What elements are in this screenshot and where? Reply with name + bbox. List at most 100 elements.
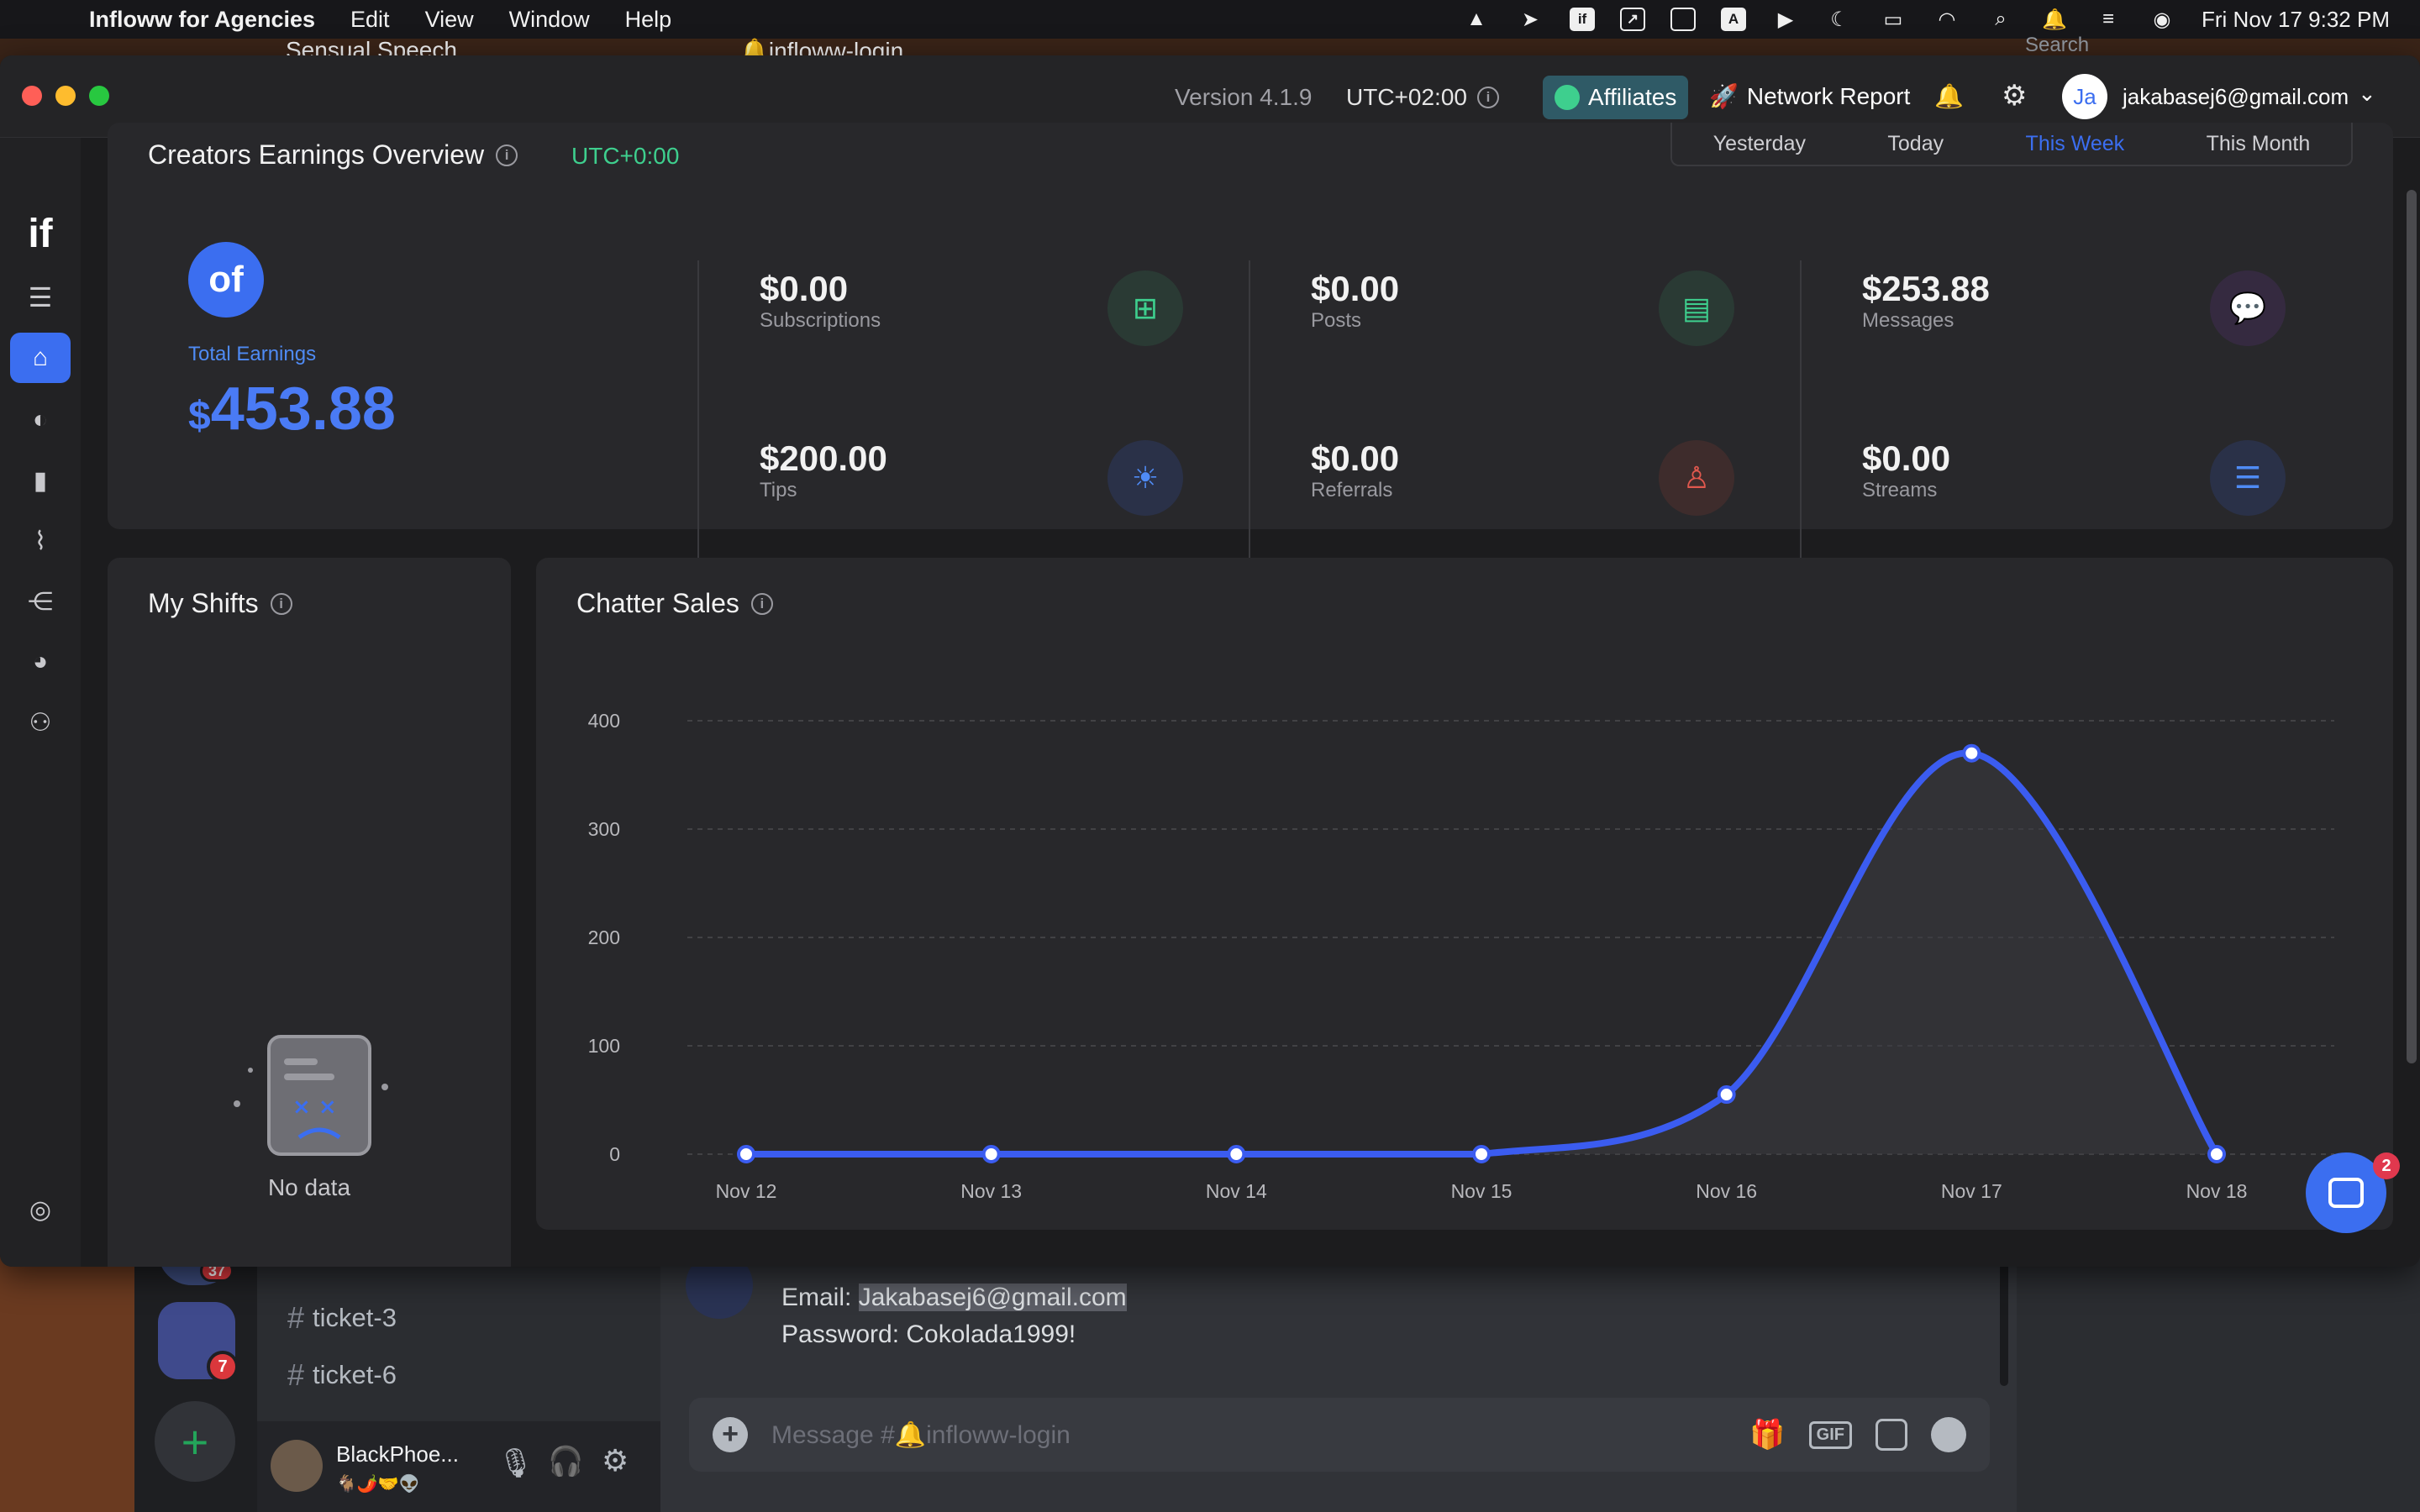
share-icon[interactable]: ⋲	[10, 576, 71, 627]
info-icon[interactable]: i	[270, 592, 292, 615]
play-icon[interactable]: ▶	[1771, 7, 1800, 32]
minimize-button[interactable]	[55, 86, 76, 106]
selected-email: Jakabasej6@gmail.com	[858, 1284, 1127, 1311]
info-icon[interactable]: i	[496, 144, 518, 166]
total-earnings-value: $453.88	[188, 375, 396, 443]
settings-icon[interactable]: ⚙	[602, 1443, 629, 1478]
subscriptions-icon: ⊞	[1107, 270, 1183, 346]
onlyfans-icon[interactable]: ◐	[10, 395, 71, 445]
gift-icon[interactable]: 🎁	[1749, 1418, 1785, 1452]
timezone-selector[interactable]: UTC+02:00 i	[1346, 84, 1499, 111]
home-icon[interactable]: ⌂	[10, 333, 71, 383]
zoom-button[interactable]	[89, 86, 109, 106]
x-tick-label: Nov 17	[1941, 1180, 2002, 1202]
menubar-clock[interactable]: Fri Nov 17 9:32 PM	[2202, 7, 2390, 33]
empty-state-text: No data	[267, 1174, 351, 1200]
scrollbar[interactable]	[2407, 190, 2417, 1063]
control-center-icon[interactable]: ≡	[2094, 7, 2123, 32]
affiliates-icon	[1555, 85, 1580, 110]
headphones-icon[interactable]: 🎧	[548, 1445, 583, 1478]
server-badge: 7	[207, 1351, 239, 1383]
y-tick-label: 400	[588, 710, 620, 732]
input-source-icon[interactable]: A	[1721, 8, 1747, 31]
chatter-sales-chart[interactable]: 0 100 200 300 400 Nov 12 Nov 13 Nov 14 Nov 15 Nov…	[536, 558, 2393, 1230]
network-report-button[interactable]: 🚀 Network Report	[1709, 82, 1910, 110]
x-tick-label: Nov 12	[716, 1180, 777, 1202]
metric-tips: $200.00 Tips	[760, 438, 887, 501]
team-icon[interactable]: ⚇	[10, 697, 71, 748]
gear-icon[interactable]: ⚙	[2002, 79, 2027, 113]
metric-subscriptions: $0.00 Subscriptions	[760, 269, 881, 332]
y-tick-label: 300	[588, 818, 620, 840]
avatar[interactable]: Ja	[2062, 74, 2107, 119]
tab-this-month[interactable]: This Month	[2207, 132, 2311, 156]
discord-server-list: 37 7 +	[134, 1252, 257, 1512]
affiliates-button[interactable]: Affiliates	[1543, 76, 1689, 119]
message-list: NSO 10/31/2023 11:45 PM Email: Jakabasej…	[672, 1245, 2017, 1420]
divider	[1800, 260, 1802, 558]
add-server-icon[interactable]: +	[155, 1401, 235, 1482]
menu-view[interactable]: View	[425, 7, 474, 33]
document-icon: ▤	[1659, 270, 1734, 346]
display-icon[interactable]	[1670, 8, 1697, 31]
channel-item[interactable]: # ticket-3	[287, 1300, 397, 1336]
desktop-wallpaper	[0, 1252, 134, 1512]
menu-help[interactable]: Help	[625, 7, 672, 33]
emoji-icon[interactable]	[1931, 1417, 1966, 1452]
data-point	[1962, 743, 1981, 763]
range-tabs: Yesterday Today This Week This Month	[1670, 123, 2353, 166]
tab-this-week[interactable]: This Week	[2026, 132, 2125, 156]
tab-today[interactable]: Today	[1887, 132, 1944, 156]
gif-icon[interactable]: GIF	[1808, 1420, 1852, 1449]
x-tick-label: Nov 14	[1206, 1180, 1267, 1202]
message-input[interactable]: + Message #🔔infloww-login 🎁 GIF	[689, 1398, 1990, 1472]
siri-icon[interactable]: ◉	[2148, 7, 2176, 32]
chatter-sales-card: Chatter Sales i 0 100 200 300 400 Nov 12 Nov 13…	[536, 558, 2393, 1230]
rocket-icon: 🚀	[1709, 83, 1739, 109]
attach-icon[interactable]: +	[713, 1417, 748, 1452]
divider	[697, 260, 699, 558]
user-status: 🐐🌶️🤝👽	[336, 1475, 420, 1494]
x-tick-label: Nov 15	[1451, 1180, 1512, 1202]
scrollbar[interactable]	[2000, 1260, 2008, 1386]
notification-icon[interactable]: 🔔	[2040, 7, 2069, 32]
menu-list-icon[interactable]: ☰	[10, 272, 71, 323]
infloww-window: Version 4.1.9 UTC+02:00 i Affiliates 🚀 Net…	[0, 55, 2420, 1267]
mic-icon[interactable]: 🎙	[497, 1446, 534, 1480]
battery-icon[interactable]: ▭	[1879, 7, 1907, 32]
support-icon[interactable]: ◎	[10, 1184, 71, 1235]
menu-app-name[interactable]: Infloww for Agencies	[89, 7, 315, 33]
data-point	[1717, 1085, 1736, 1105]
moon-icon[interactable]: ☾	[1825, 7, 1854, 32]
series-area	[746, 753, 2217, 1154]
tab-yesterday[interactable]: Yesterday	[1713, 132, 1806, 156]
bell-icon[interactable]: 🔔	[1934, 82, 1964, 110]
line-chart-icon[interactable]: ⌇	[10, 516, 71, 566]
telegram-icon[interactable]: ➤	[1516, 7, 1544, 32]
data-point	[1472, 1145, 1491, 1163]
bar-chart-icon[interactable]: ▮	[10, 455, 71, 506]
account-email[interactable]: jakabasej6@gmail.com	[2123, 84, 2349, 110]
wifi-icon[interactable]: ◠	[1933, 7, 1961, 32]
screenshot-icon[interactable]: ↗	[1620, 8, 1646, 31]
search-icon[interactable]: ⌕	[1986, 7, 2015, 32]
onlyfans-logo-icon: of	[188, 242, 264, 318]
data-point	[2207, 1145, 2226, 1163]
menu-edit[interactable]: Edit	[350, 7, 390, 33]
infloww-tray-icon[interactable]: if	[1570, 8, 1596, 31]
streams-icon: ☰	[2210, 440, 2286, 516]
menu-window[interactable]: Window	[509, 7, 590, 33]
y-tick-label: 0	[609, 1143, 620, 1165]
close-button[interactable]	[22, 86, 42, 106]
chevron-down-icon[interactable]: ⌄	[2358, 81, 2376, 107]
vlc-icon[interactable]: ▲	[1462, 7, 1491, 32]
divider	[1249, 260, 1250, 558]
avatar[interactable]	[271, 1440, 323, 1492]
message-line: Email: Jakabasej6@gmail.com	[781, 1284, 1127, 1311]
sticker-icon[interactable]	[1876, 1419, 1907, 1451]
x-tick-label: Nov 18	[2186, 1180, 2248, 1202]
channel-item[interactable]: # ticket-6	[287, 1357, 397, 1393]
metric-referrals: $0.00 Referrals	[1311, 438, 1400, 501]
version-label: Version 4.1.9	[1175, 84, 1313, 110]
user-icon[interactable]: ◕	[10, 637, 71, 687]
